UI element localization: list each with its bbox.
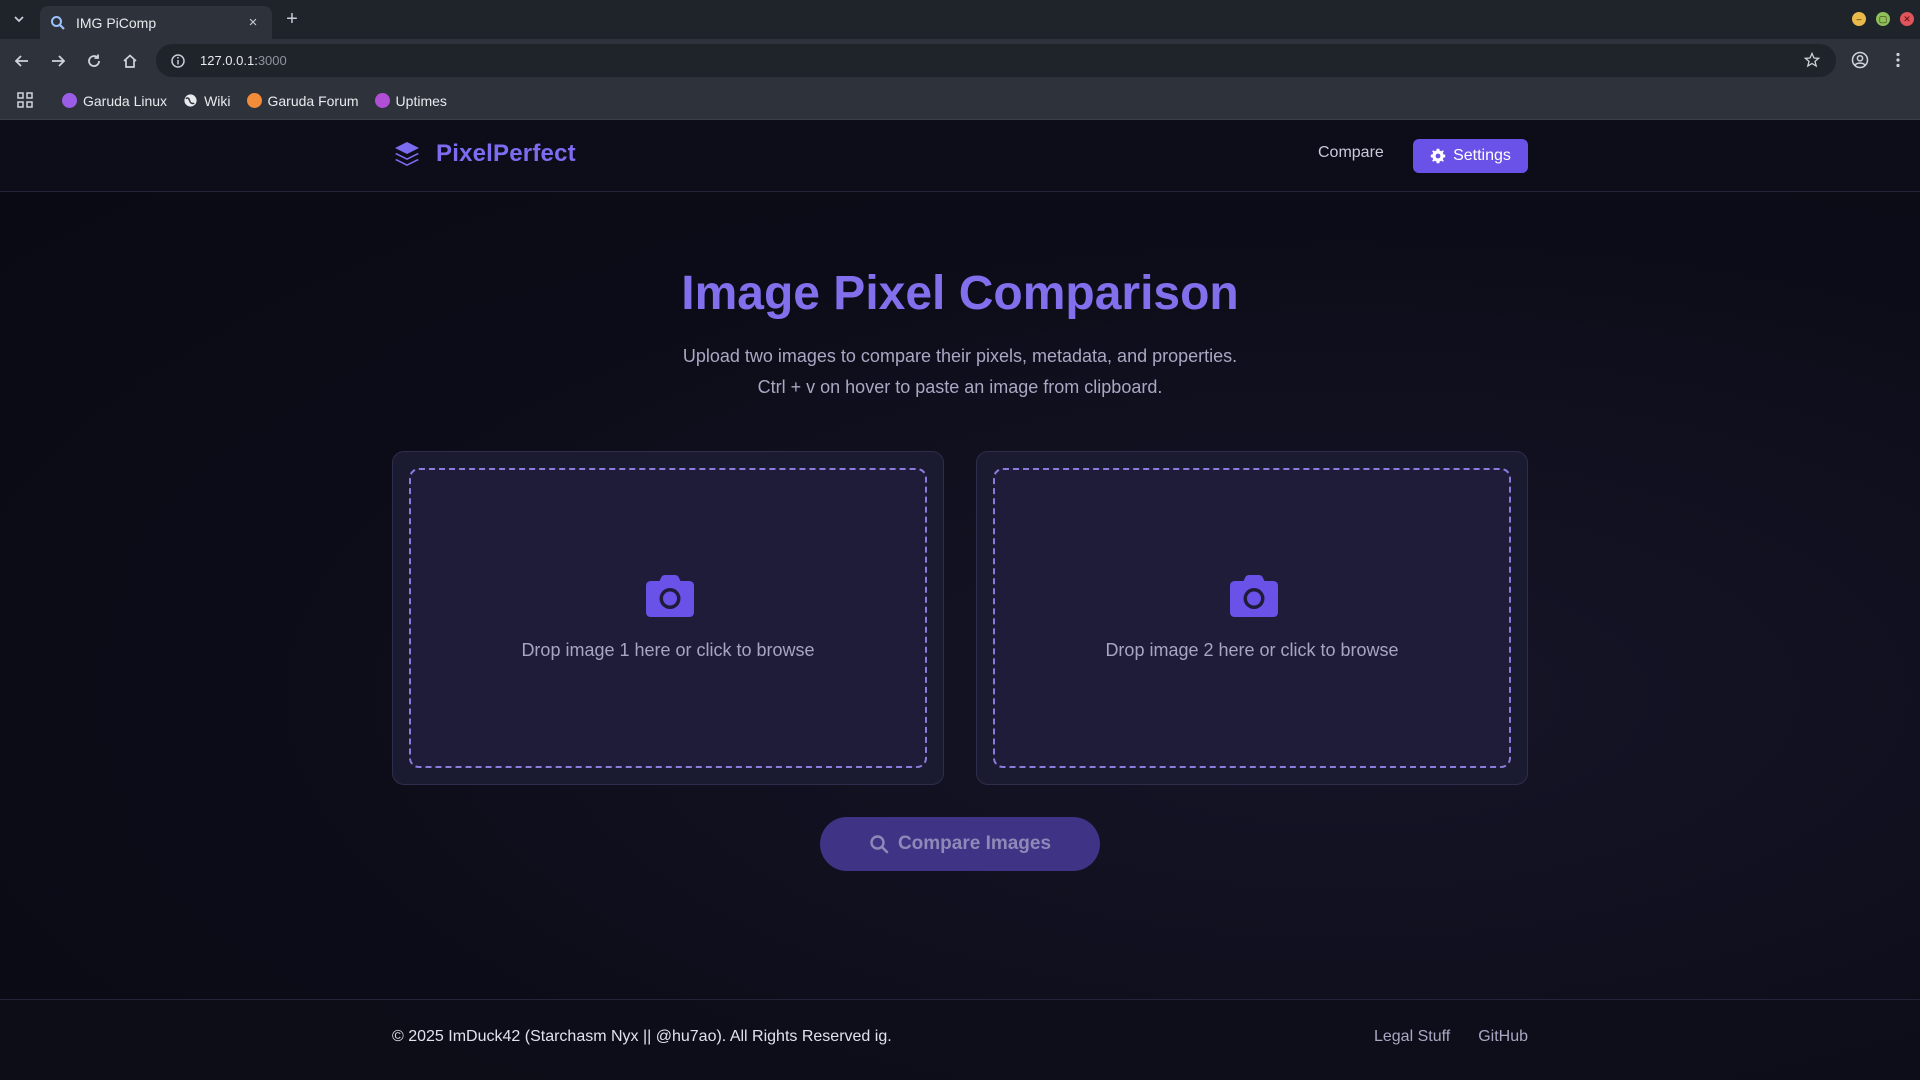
search-icon: [870, 835, 889, 854]
image-2-dropzone[interactable]: Drop image 2 here or click to browse: [993, 468, 1511, 768]
globe-icon: [184, 94, 197, 107]
search-icon: [51, 15, 65, 30]
bookmark-garuda-linux[interactable]: Garuda Linux: [62, 93, 167, 109]
bookmarks-bar: Garuda Linux Wiki Garuda Forum Uptimes: [0, 81, 1920, 120]
window-minimize-button[interactable]: –: [1852, 12, 1866, 26]
upload-card-2: Drop image 2 here or click to browse: [976, 451, 1528, 785]
kebab-menu-icon[interactable]: [1886, 48, 1910, 72]
home-icon[interactable]: [117, 48, 143, 74]
gear-icon: [1430, 148, 1446, 164]
bookmark-uptimes[interactable]: Uptimes: [374, 92, 447, 109]
reload-icon[interactable]: [81, 48, 107, 74]
bookmark-label: Garuda Forum: [267, 92, 359, 109]
forward-arrow-icon[interactable]: [45, 48, 71, 74]
browser-tab-bar: IMG PiComp × + – ▢ ✕: [0, 0, 1920, 39]
garuda-forum-icon: [246, 93, 262, 108]
legal-link[interactable]: Legal Stuff: [1374, 1028, 1450, 1046]
window-controls: – ▢ ✕: [1852, 12, 1914, 26]
browser-toolbar: 127.0.0.1: 3000: [0, 39, 1920, 81]
page-subtitle: Upload two images to compare their pixel…: [682, 346, 1238, 366]
browser-tab[interactable]: IMG PiComp ×: [40, 6, 272, 39]
nav-compare-link[interactable]: Compare: [1318, 144, 1384, 162]
address-bar[interactable]: 127.0.0.1: 3000: [156, 44, 1836, 77]
bookmark-label: Wiki: [204, 92, 231, 109]
dropzone-1-text: Drop image 1 here or click to browse: [521, 640, 815, 660]
github-link[interactable]: GitHub: [1478, 1028, 1528, 1046]
tab-list-chevron-icon[interactable]: [8, 8, 30, 30]
page-content: PixelPerfect Compare Settings Image Pixe…: [0, 120, 1920, 1080]
uptime-icon: [374, 93, 390, 108]
bookmark-label: Garuda Linux: [83, 92, 168, 109]
url-port: 3000: [257, 53, 287, 68]
tab-close-icon[interactable]: ×: [244, 14, 262, 31]
paste-hint: Ctrl + v on hover to paste an image from…: [757, 377, 1163, 397]
copyright-text: © 2025 ImDuck42 (Starchasm Nyx || @hu7ao…: [392, 1028, 892, 1045]
page-title: Image Pixel Comparison: [681, 267, 1239, 320]
settings-label: Settings: [1453, 147, 1511, 164]
bookmark-list: Garuda Linux Wiki Garuda Forum Uptimes: [62, 81, 447, 120]
compare-button-label: Compare Images: [897, 833, 1052, 854]
camera-icon: [1230, 575, 1278, 617]
garuda-icon: [62, 93, 77, 108]
compare-images-button[interactable]: Compare Images: [820, 817, 1100, 871]
footer-links: Legal Stuff GitHub: [1374, 1028, 1528, 1046]
profile-icon[interactable]: [1848, 48, 1872, 72]
bookmark-label: Uptimes: [395, 92, 447, 109]
url-host: 127.0.0.1:: [200, 53, 258, 68]
bookmark-wiki[interactable]: Wiki: [183, 92, 231, 109]
bookmark-star-icon[interactable]: [1800, 48, 1824, 72]
apps-grid-icon[interactable]: [16, 91, 34, 109]
site-info-icon[interactable]: [170, 53, 186, 69]
new-tab-button[interactable]: +: [280, 8, 304, 32]
layers-logo-icon: [395, 142, 419, 166]
site-footer: © 2025 ImDuck42 (Starchasm Nyx || @hu7ao…: [0, 999, 1920, 1080]
upload-card-1: Drop image 1 here or click to browse: [392, 451, 944, 785]
camera-icon: [646, 575, 694, 617]
image-1-dropzone[interactable]: Drop image 1 here or click to browse: [409, 468, 927, 768]
brand[interactable]: PixelPerfect: [392, 139, 576, 169]
bookmark-garuda-forum[interactable]: Garuda Forum: [246, 92, 359, 109]
site-header: PixelPerfect Compare Settings: [0, 120, 1920, 192]
back-arrow-icon[interactable]: [9, 48, 35, 74]
window-maximize-button[interactable]: ▢: [1876, 12, 1890, 26]
dropzone-2-text: Drop image 2 here or click to browse: [1105, 640, 1399, 660]
tab-title: IMG PiComp: [76, 14, 157, 31]
window-close-button[interactable]: ✕: [1900, 12, 1914, 26]
brand-name: PixelPerfect: [436, 140, 576, 167]
settings-button[interactable]: Settings: [1413, 139, 1528, 173]
